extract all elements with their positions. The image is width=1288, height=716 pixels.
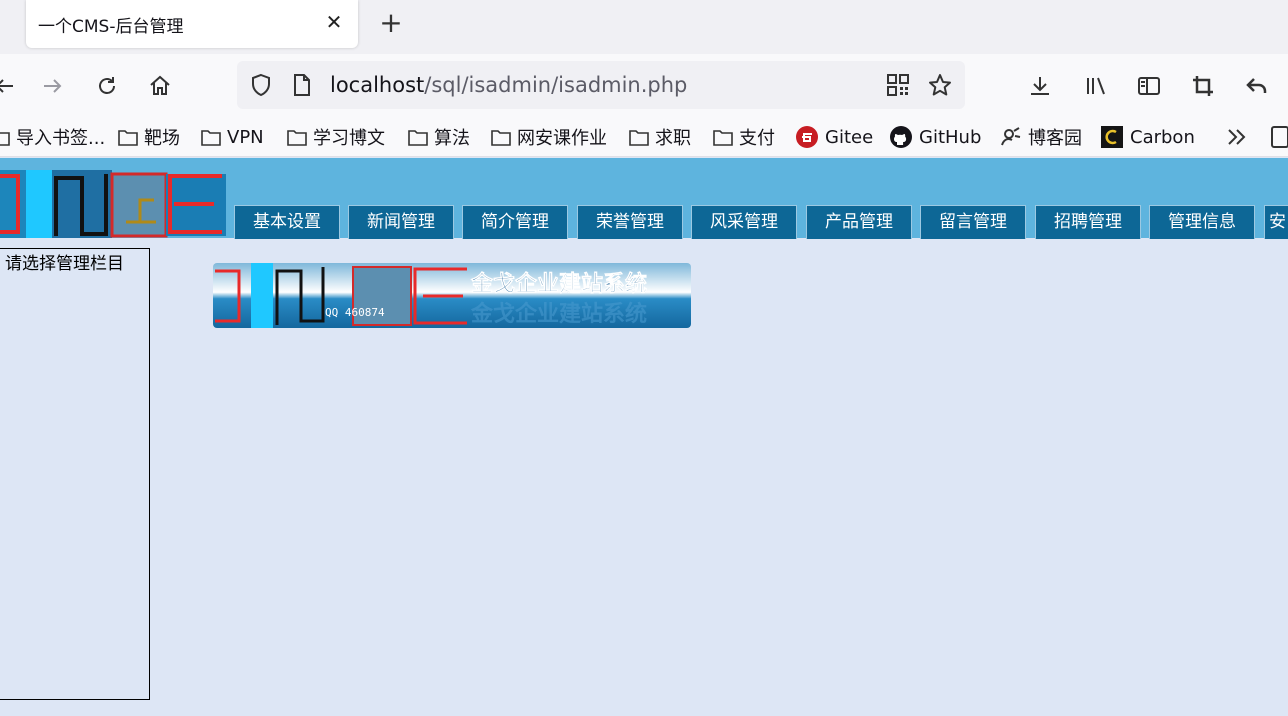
bookmark-item[interactable]: 靶场 xyxy=(118,124,180,150)
site-logo xyxy=(0,170,230,238)
undo-icon[interactable] xyxy=(1239,68,1275,104)
bookmark-label: 博客园 xyxy=(1028,128,1082,149)
folder-icon xyxy=(0,132,10,146)
bookmark-star-icon[interactable] xyxy=(928,73,952,101)
folder-icon xyxy=(201,130,221,146)
bookmark-item[interactable]: 导入书签... xyxy=(0,124,105,150)
forward-icon[interactable] xyxy=(35,68,71,104)
shield-icon[interactable] xyxy=(249,73,273,101)
downloads-icon[interactable] xyxy=(1022,68,1058,104)
bookmarks-overflow-icon[interactable] xyxy=(1226,124,1254,150)
new-tab-button[interactable]: + xyxy=(378,8,404,38)
menu-tab-messages[interactable]: 留言管理 xyxy=(920,205,1026,239)
page-info-icon[interactable] xyxy=(292,73,312,101)
bookmark-label: 算法 xyxy=(434,128,470,149)
bookmark-item[interactable]: Gitee xyxy=(795,124,873,150)
banner-title-reflection: 金戈企业建站系统 xyxy=(470,301,647,327)
bookmark-item[interactable]: 算法 xyxy=(408,124,470,150)
home-icon[interactable] xyxy=(142,68,178,104)
reload-icon[interactable] xyxy=(89,68,125,104)
bookmarks-bar: 导入书签... 靶场 VPN 学习博文 算法 网安课作业 求职 支付 Gitee… xyxy=(0,118,1288,157)
gitee-icon xyxy=(796,126,818,148)
sidebar-toggle-icon[interactable] xyxy=(1131,68,1167,104)
bookmark-item[interactable]: VPN xyxy=(201,124,264,150)
menu-tab-intro[interactable]: 简介管理 xyxy=(462,205,568,239)
bookmark-label: 求职 xyxy=(655,128,691,149)
bookmark-label: Gitee xyxy=(825,126,874,148)
tab-strip: 一个CMS-后台管理 ✕ + xyxy=(0,0,1288,54)
menu-tab-jobs[interactable]: 招聘管理 xyxy=(1035,205,1141,239)
carbon-icon xyxy=(1101,126,1123,148)
bookmark-item[interactable]: 求职 xyxy=(629,124,691,150)
url-path: /sql/isadmin/isadmin.php xyxy=(424,73,688,97)
bookmark-label: 靶场 xyxy=(144,128,180,149)
menu-tab-gallery[interactable]: 风采管理 xyxy=(691,205,797,239)
cnblogs-icon xyxy=(1001,127,1021,146)
banner-image: QQ 460874 金戈企业建站系统 金戈企业建站系统 xyxy=(213,263,691,328)
menu-tab-honors[interactable]: 荣誉管理 xyxy=(577,205,683,239)
bookmark-item[interactable]: 网安课作业 xyxy=(491,124,607,150)
bookmark-item[interactable]: 支付 xyxy=(713,124,775,150)
folder-icon xyxy=(287,130,307,146)
folder-icon xyxy=(118,130,138,146)
menu-tab-security[interactable]: 安 xyxy=(1264,205,1288,239)
tab-title: 一个CMS-后台管理 xyxy=(38,17,184,37)
sidebar-prompt: 请选择管理栏目 xyxy=(5,254,124,274)
bookmark-item[interactable]: 学习博文 xyxy=(287,124,385,150)
bookmark-label: 网安课作业 xyxy=(517,128,607,149)
bookmark-item[interactable]: Carbon xyxy=(1100,124,1195,150)
folder-icon xyxy=(491,130,511,146)
crop-screenshot-icon[interactable] xyxy=(1185,68,1221,104)
bookmark-label: 支付 xyxy=(739,128,775,149)
menu-tab-products[interactable]: 产品管理 xyxy=(806,205,912,239)
bookmark-item[interactable]: GitHub xyxy=(889,124,981,150)
bookmark-item[interactable]: 博客园 xyxy=(998,124,1082,150)
sidebar-panel: 请选择管理栏目 xyxy=(0,248,150,700)
url-host: localhost xyxy=(330,73,425,97)
bookmark-label: 导入书签... xyxy=(16,128,106,149)
other-bookmarks-icon[interactable] xyxy=(1270,124,1288,150)
bookmark-label: GitHub xyxy=(919,126,982,148)
library-icon[interactable] xyxy=(1078,68,1114,104)
back-icon[interactable] xyxy=(0,68,22,104)
url-text[interactable]: localhost/sql/isadmin/isadmin.php xyxy=(330,73,687,97)
menu-tab-news[interactable]: 新闻管理 xyxy=(348,205,454,239)
menu-tab-admin-info[interactable]: 管理信息 xyxy=(1149,205,1255,239)
github-icon xyxy=(890,126,912,148)
folder-icon xyxy=(713,130,733,146)
url-bar[interactable]: localhost/sql/isadmin/isadmin.php xyxy=(237,61,965,109)
banner-title: 金戈企业建站系统 xyxy=(470,271,647,297)
qr-code-icon[interactable] xyxy=(887,74,909,100)
browser-tab[interactable]: 一个CMS-后台管理 ✕ xyxy=(26,0,358,48)
bookmark-label: 学习博文 xyxy=(313,128,385,149)
folder-icon xyxy=(408,130,428,146)
bookmark-label: VPN xyxy=(227,126,264,148)
close-tab-icon[interactable]: ✕ xyxy=(324,10,344,34)
banner-qq: QQ 460874 xyxy=(325,306,385,319)
folder-icon xyxy=(629,130,649,146)
menu-tab-basic-settings[interactable]: 基本设置 xyxy=(234,205,340,239)
bookmark-label: Carbon xyxy=(1130,126,1195,148)
